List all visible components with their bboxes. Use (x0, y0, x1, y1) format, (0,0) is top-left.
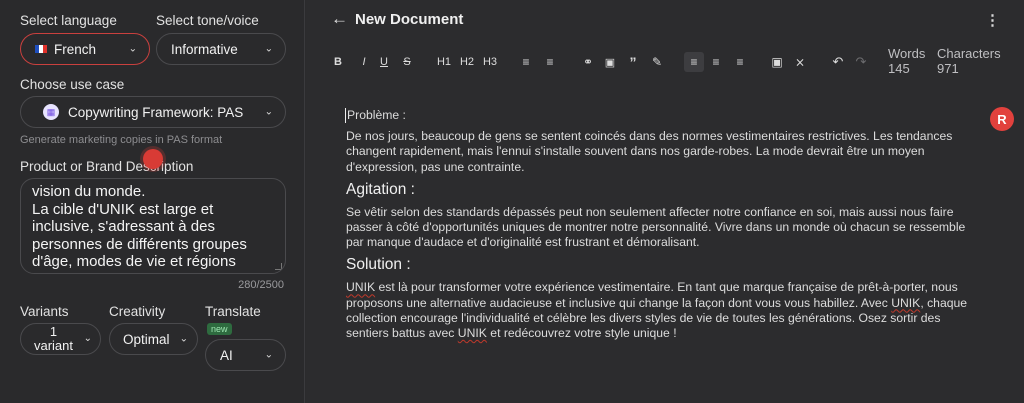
h2-button[interactable]: H2 (457, 52, 477, 72)
align-right-icon[interactable]: ≡ (732, 52, 748, 72)
editor-header: ← New Document ⋮ (306, 0, 1024, 40)
word-count: Words 145 (888, 46, 925, 76)
h1-button[interactable]: H1 (434, 52, 454, 72)
character-count: Characters 971 (937, 46, 1001, 76)
record-icon[interactable] (143, 149, 163, 169)
assistant-avatar[interactable]: R (990, 107, 1014, 131)
new-badge: new (207, 323, 232, 335)
italic-button[interactable]: I (356, 52, 372, 72)
h3-button[interactable]: H3 (480, 52, 500, 72)
usecase-select[interactable]: ▦ Copywriting Framework: PAS ⌄ (20, 96, 286, 128)
usecase-label: Choose use case (20, 77, 125, 92)
clear-format-icon[interactable]: ⨯ (792, 52, 808, 72)
description-textarea[interactable]: vision du monde. La cible d'UNIK est lar… (20, 178, 286, 274)
usecase-value: Copywriting Framework: PAS (68, 104, 244, 120)
language-value: French (54, 41, 97, 57)
image-icon[interactable]: ▣ (602, 52, 618, 72)
underline-button[interactable]: U (376, 52, 392, 72)
character-counter: 280/2500 (238, 279, 284, 291)
heading-agitation: Agitation : (346, 180, 415, 198)
chevron-down-icon: ⌄ (179, 333, 188, 345)
words-value: 145 (888, 61, 910, 76)
brand-name: UNIK (346, 280, 376, 295)
description-line: La cible d'UNIK est large et (32, 200, 214, 218)
document-title[interactable]: New Document (355, 11, 463, 28)
paragraph-solution: UNIK est là pour transformer votre expér… (346, 280, 986, 341)
brand-name: UNIK (891, 295, 921, 310)
variants-unit: variant (33, 338, 74, 353)
settings-panel: Select language Select tone/voice French… (0, 0, 305, 403)
framework-icon: ▦ (43, 104, 59, 120)
resize-handle[interactable] (275, 263, 282, 270)
variants-label: Variants (20, 304, 69, 319)
tone-value: Informative (171, 41, 238, 57)
quote-icon[interactable]: ” (625, 52, 641, 72)
description-line: personnes de différents groupes (32, 235, 247, 253)
french-flag-icon (35, 45, 47, 53)
bulleted-list-icon[interactable]: ≡ (518, 52, 534, 72)
numbered-list-icon[interactable]: ≡ (542, 52, 558, 72)
creativity-select[interactable]: Optimal ⌄ (109, 323, 198, 355)
creativity-value: Optimal (123, 331, 170, 347)
language-label: Select language (20, 13, 117, 28)
heading-solution: Solution : (346, 256, 411, 274)
description-line: vision du monde. (32, 183, 146, 200)
tone-label: Select tone/voice (156, 13, 259, 28)
undo-icon[interactable]: ↶ (830, 52, 846, 72)
chevron-down-icon: ⌄ (264, 349, 273, 361)
highlighter-icon[interactable]: ✎ (649, 52, 665, 72)
solution-text: et redécouvrez votre style unique ! (486, 326, 677, 341)
paragraph-agitation: Se vêtir selon des standards dépassés pe… (346, 204, 966, 250)
solution-text: est là pour transformer votre expérience… (346, 280, 958, 310)
frame-icon[interactable]: ▣ (769, 52, 785, 72)
link-icon[interactable]: ⚭ (580, 52, 596, 72)
description-label: Product or Brand Description (20, 159, 194, 174)
characters-value: 971 (937, 61, 959, 76)
document-body[interactable]: Problème : De nos jours, beaucoup de gen… (345, 108, 986, 341)
heading-problem: Problème : (345, 108, 986, 124)
creativity-label: Creativity (109, 304, 166, 319)
translate-select[interactable]: AI ⌄ (205, 339, 286, 371)
translate-label: Translate (205, 304, 261, 319)
chevron-down-icon: ⌄ (83, 333, 92, 344)
words-label: Words (888, 46, 926, 61)
editor-panel: ← New Document ⋮ B I U S H1 H2 H3 ≡ ≡ ⚭ … (306, 0, 1024, 403)
redo-icon[interactable]: ↷ (853, 52, 869, 72)
more-options-icon[interactable]: ⋮ (985, 11, 1000, 29)
variants-select[interactable]: 1 variant ⌄ (20, 323, 101, 355)
paragraph-problem: De nos jours, beaucoup de gens se senten… (346, 129, 953, 174)
bold-button[interactable]: B (330, 52, 346, 72)
language-select[interactable]: French ⌄ (20, 33, 150, 65)
characters-label: Characters (937, 46, 1001, 61)
chevron-down-icon: ⌄ (128, 43, 137, 55)
description-line: d'âge, modes de vie et régions (32, 253, 236, 270)
strike-button[interactable]: S (399, 52, 415, 72)
chevron-down-icon: ⌄ (264, 43, 273, 55)
chevron-down-icon: ⌄ (264, 106, 273, 118)
back-arrow-icon[interactable]: ← (331, 9, 348, 29)
brand-name: UNIK (457, 326, 487, 341)
description-line: inclusive, s'adressant à des (32, 218, 215, 235)
usecase-hint: Generate marketing copies in PAS format (20, 134, 223, 146)
tone-select[interactable]: Informative ⌄ (156, 33, 286, 65)
variants-count: 1 (49, 324, 58, 339)
align-left-icon[interactable]: ≡ (684, 52, 704, 72)
translate-value: AI (220, 347, 233, 363)
align-center-icon[interactable]: ≡ (708, 52, 724, 72)
